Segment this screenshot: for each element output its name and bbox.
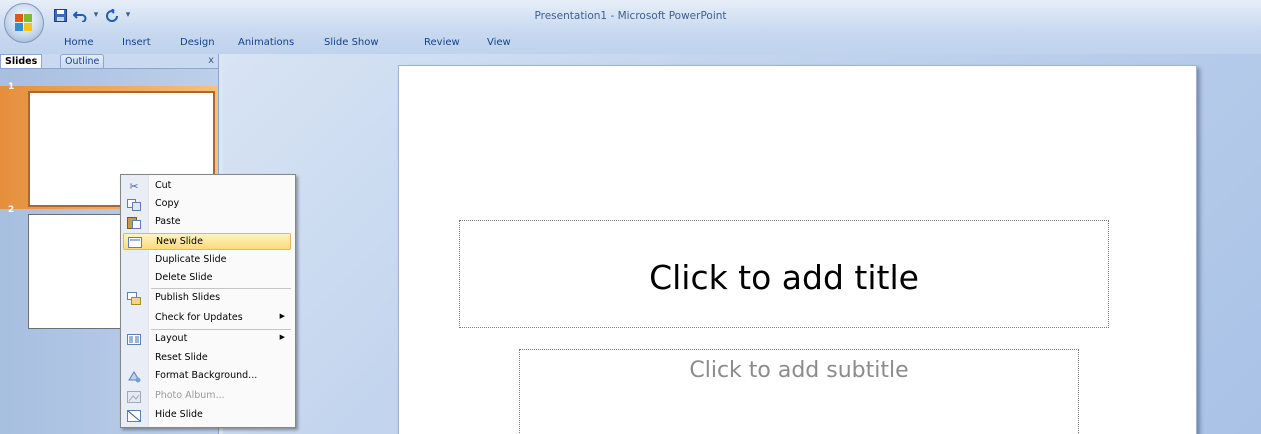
menu-item-label: Format Background... <box>155 370 258 381</box>
tab-outline[interactable]: Outline <box>60 54 105 68</box>
scissors-icon: ✂ <box>129 180 139 193</box>
menu-item-delete-slide[interactable]: Delete Slide <box>123 270 291 287</box>
menu-item-label: New Slide <box>156 236 203 247</box>
menu-item-copy[interactable]: Copy <box>123 196 291 213</box>
menu-item-label: Photo Album... <box>155 390 225 401</box>
slide-editing-area: Click to add title Click to add subtitle <box>223 54 1261 434</box>
menu-item-duplicate-slide[interactable]: Duplicate Slide <box>123 252 291 269</box>
ribbon-tab-bar: Home Insert Design Animations Slide Show… <box>0 33 1261 54</box>
menu-item-reset-slide[interactable]: Reset Slide <box>123 350 291 367</box>
menu-item-label: Hide Slide <box>155 409 203 420</box>
submenu-arrow-icon: ▶ <box>279 312 285 320</box>
hide-slide-icon <box>125 408 143 423</box>
context-menu: ✂ Cut Copy Paste New Slide Duplicate Sli… <box>120 174 296 428</box>
title-bar: ▾ ▾ Presentation1 - Microsoft PowerPoint <box>0 0 1261 33</box>
menu-item-layout[interactable]: Layout ▶ <box>123 331 291 348</box>
tab-insert[interactable]: Insert <box>122 37 151 48</box>
format-background-icon <box>125 369 143 384</box>
menu-item-check-for-updates[interactable]: Check for Updates ▶ <box>123 310 291 327</box>
menu-item-paste[interactable]: Paste <box>123 214 291 231</box>
new-slide-icon <box>126 235 144 250</box>
paste-icon <box>125 215 143 230</box>
window-title: Presentation1 - Microsoft PowerPoint <box>534 10 727 22</box>
menu-item-label: Check for Updates <box>155 312 243 323</box>
copy-icon <box>125 197 143 212</box>
menu-item-photo-album: Photo Album... <box>123 388 291 405</box>
tab-slide-show[interactable]: Slide Show <box>324 37 379 48</box>
menu-item-label: Reset Slide <box>155 352 208 363</box>
subtitle-placeholder[interactable]: Click to add subtitle <box>519 349 1079 434</box>
submenu-arrow-icon: ▶ <box>279 333 285 341</box>
menu-item-label: Copy <box>155 198 180 209</box>
layout-icon <box>125 332 143 347</box>
publish-icon <box>125 291 143 306</box>
menu-item-label: Layout <box>155 333 188 344</box>
pane-tab-strip: Slides Outline x <box>0 54 222 69</box>
close-icon[interactable]: x <box>208 54 214 67</box>
menu-item-format-background[interactable]: Format Background... <box>123 368 291 385</box>
title-placeholder[interactable]: Click to add title <box>459 220 1109 328</box>
menu-item-label: Duplicate Slide <box>155 254 227 265</box>
tab-home[interactable]: Home <box>64 37 94 48</box>
tab-review[interactable]: Review <box>424 37 460 48</box>
slide-number: 2 <box>8 205 15 215</box>
slide-number: 1 <box>8 82 15 92</box>
menu-item-label: Cut <box>155 180 172 191</box>
menu-item-hide-slide[interactable]: Hide Slide <box>123 407 291 424</box>
menu-item-cut[interactable]: ✂ Cut <box>123 178 291 195</box>
tab-animations[interactable]: Animations <box>238 37 294 48</box>
tab-slides[interactable]: Slides <box>0 54 43 68</box>
menu-item-publish-slides[interactable]: Publish Slides <box>123 290 291 307</box>
tab-design[interactable]: Design <box>180 37 215 48</box>
photo-album-icon <box>125 389 143 404</box>
office-button[interactable] <box>4 3 44 43</box>
menu-item-label: Paste <box>155 216 181 227</box>
slide-canvas[interactable]: Click to add title Click to add subtitle <box>398 65 1197 434</box>
menu-item-label: Delete Slide <box>155 272 213 283</box>
menu-separator <box>151 288 291 289</box>
menu-item-label: Publish Slides <box>155 292 221 303</box>
menu-item-new-slide[interactable]: New Slide <box>123 233 291 250</box>
tab-view[interactable]: View <box>487 37 511 48</box>
menu-separator <box>151 329 291 330</box>
office-logo-icon <box>15 14 33 32</box>
